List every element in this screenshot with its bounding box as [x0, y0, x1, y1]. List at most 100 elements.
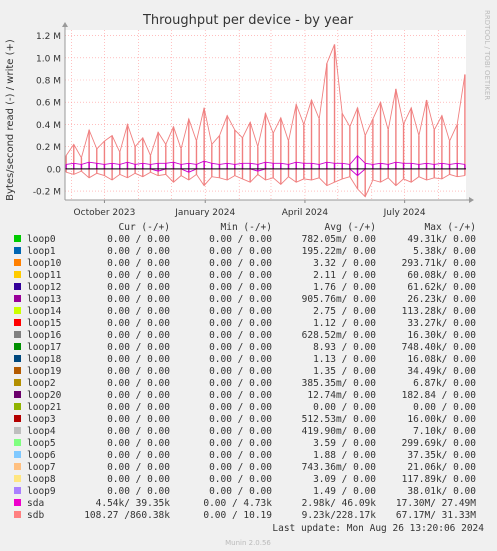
legend-max: 117.89k/ 0.00	[402, 474, 477, 485]
legend-min: 0.00 / 0.00	[209, 342, 272, 353]
legend-cur: 0.00 / 0.00	[107, 378, 170, 389]
legend-avg: 782.05m/ 0.00	[302, 234, 377, 245]
legend-cur: 0.00 / 0.00	[107, 234, 170, 245]
legend-name: loop3	[27, 414, 56, 425]
legend-name: loop2	[27, 378, 56, 389]
legend-name: loop9	[27, 486, 56, 497]
legend-max: 61.62k/ 0.00	[407, 282, 476, 293]
legend-max: 49.31k/ 0.00	[407, 234, 476, 245]
legend-max: 21.06k/ 0.00	[407, 462, 476, 473]
legend-cur: 0.00 / 0.00	[107, 246, 170, 257]
legend-max: 60.08k/ 0.00	[407, 270, 476, 281]
legend-swatch	[14, 247, 21, 254]
legend-cur: 0.00 / 0.00	[107, 354, 170, 365]
legend-cur: 0.00 / 0.00	[107, 366, 170, 377]
legend-cur: 0.00 / 0.00	[107, 270, 170, 281]
legend-row: sda 4.54k/ 39.35k 0.00 / 4.73k 2.98k/ 46.09…	[14, 498, 476, 509]
legend-avg: 2.75 / 0.00	[313, 306, 376, 317]
y-tick-label: 0.2 M	[36, 143, 61, 153]
legend-swatch	[14, 403, 21, 410]
legend-row: loop4 0.00 / 0.00 0.00 / 0.00 419.90m/ 0.00…	[14, 426, 476, 437]
legend-header-min: Min (-/+)	[221, 222, 272, 233]
legend-swatch	[14, 259, 21, 266]
legend-name: loop17	[27, 342, 61, 353]
legend-avg: 3.32 / 0.00	[313, 258, 376, 269]
legend-swatch	[14, 475, 21, 482]
legend-cur: 108.27 /860.38k	[84, 510, 170, 521]
legend-avg: 512.53m/ 0.00	[302, 414, 377, 425]
legend-row: loop8 0.00 / 0.00 0.00 / 0.00 3.09 / 0.00 11…	[14, 474, 476, 485]
legend-cur: 0.00 / 0.00	[107, 474, 170, 485]
legend-avg: 385.35m/ 0.00	[302, 378, 377, 389]
legend-row: loop9 0.00 / 0.00 0.00 / 0.00 1.49 / 0.00 38…	[14, 486, 476, 497]
legend-avg: 2.98k/ 46.09k	[302, 498, 377, 509]
legend-cur: 0.00 / 0.00	[107, 282, 170, 293]
legend-swatch	[14, 355, 21, 362]
y-tick-label: 1.0 M	[36, 54, 61, 64]
legend-cur: 0.00 / 0.00	[107, 462, 170, 473]
y-tick-label: 1.2 M	[36, 32, 61, 42]
legend-row: loop17 0.00 / 0.00 0.00 / 0.00 8.93 / 0.00 7…	[14, 342, 476, 353]
legend-swatch	[14, 379, 21, 386]
y-tick-label: 0.8 M	[36, 77, 61, 87]
x-axis-arrow	[469, 197, 474, 203]
legend-max: 748.40k/ 0.00	[402, 342, 477, 353]
legend-max: 299.69k/ 0.00	[402, 438, 477, 449]
legend-name: loop19	[27, 366, 62, 377]
legend: Cur (-/+) Min (-/+) Avg (-/+) Max (-/+)loop…	[14, 222, 476, 521]
legend-max: 6.87k/ 0.00	[413, 378, 476, 389]
legend-max: 113.28k/ 0.00	[402, 306, 477, 317]
legend-swatch	[14, 283, 21, 290]
legend-swatch	[14, 499, 21, 506]
legend-max: 293.71k/ 0.00	[402, 258, 477, 269]
legend-cur: 0.00 / 0.00	[107, 342, 170, 353]
legend-name: sdb	[27, 510, 44, 521]
legend-name: loop14	[27, 306, 62, 317]
legend-cur: 0.00 / 0.00	[107, 318, 170, 329]
legend-row: loop19 0.00 / 0.00 0.00 / 0.00 1.35 / 0.00 3…	[14, 366, 476, 377]
legend-min: 0.00 / 0.00	[209, 282, 272, 293]
legend-min: 0.00 / 0.00	[209, 294, 272, 305]
legend-name: loop16	[27, 330, 62, 341]
legend-avg: 1.35 / 0.00	[313, 366, 376, 377]
y-tick-label: -0.2 M	[33, 188, 61, 198]
legend-min: 0.00 / 0.00	[209, 378, 272, 389]
legend-header-cur: Cur (-/+)	[119, 222, 170, 233]
legend-row: loop20 0.00 / 0.00 0.00 / 0.00 12.74m/ 0.00…	[14, 390, 476, 401]
legend-row: loop14 0.00 / 0.00 0.00 / 0.00 2.75 / 0.00 1…	[14, 306, 476, 317]
legend-max: 16.30k/ 0.00	[407, 330, 476, 341]
legend-min: 0.00 / 0.00	[209, 402, 272, 413]
y-tick-label: 0.4 M	[36, 121, 61, 131]
legend-row: loop3 0.00 / 0.00 0.00 / 0.00 512.53m/ 0.00…	[14, 414, 476, 425]
legend-row: loop12 0.00 / 0.00 0.00 / 0.00 1.76 / 0.00 6…	[14, 282, 476, 293]
legend-cur: 0.00 / 0.00	[107, 414, 170, 425]
munin-version: Munin 2.0.56	[225, 539, 271, 547]
legend-swatch	[14, 451, 21, 458]
y-axis-label: Bytes/second read (-) / write (+)	[5, 39, 16, 201]
legend-avg: 3.59 / 0.00	[313, 438, 376, 449]
legend-row: loop16 0.00 / 0.00 0.00 / 0.00 628.52m/ 0.0…	[14, 330, 476, 341]
legend-swatch	[14, 367, 21, 374]
legend-min: 0.00 / 0.00	[209, 474, 272, 485]
legend-min: 0.00 / 0.00	[209, 366, 272, 377]
legend-cur: 0.00 / 0.00	[107, 426, 170, 437]
x-tick-label: July 2024	[383, 208, 426, 218]
legend-name: loop13	[27, 294, 61, 305]
legend-swatch	[14, 463, 21, 470]
legend-name: loop8	[27, 474, 56, 485]
legend-min: 0.00 / 0.00	[209, 486, 272, 497]
legend-min: 0.00 / 0.00	[209, 438, 272, 449]
legend-avg: 419.90m/ 0.00	[302, 426, 377, 437]
legend-max: 67.17M/ 31.33M	[396, 510, 476, 521]
legend-min: 0.00 / 0.00	[209, 414, 272, 425]
last-update: Last update: Mon Aug 26 13:20:06 2024	[272, 523, 484, 534]
legend-min: 0.00 / 4.73k	[203, 498, 272, 509]
legend-swatch	[14, 439, 21, 446]
legend-max: 38.01k/ 0.00	[407, 486, 476, 497]
legend-row: loop1 0.00 / 0.00 0.00 / 0.00 195.22m/ 0.00…	[14, 246, 476, 257]
legend-avg: 1.76 / 0.00	[313, 282, 376, 293]
legend-min: 0.00 / 0.00	[209, 258, 272, 269]
y-tick-label: 0.6 M	[36, 99, 61, 109]
legend-name: loop18	[27, 354, 62, 365]
legend-avg: 1.88 / 0.00	[313, 450, 376, 461]
